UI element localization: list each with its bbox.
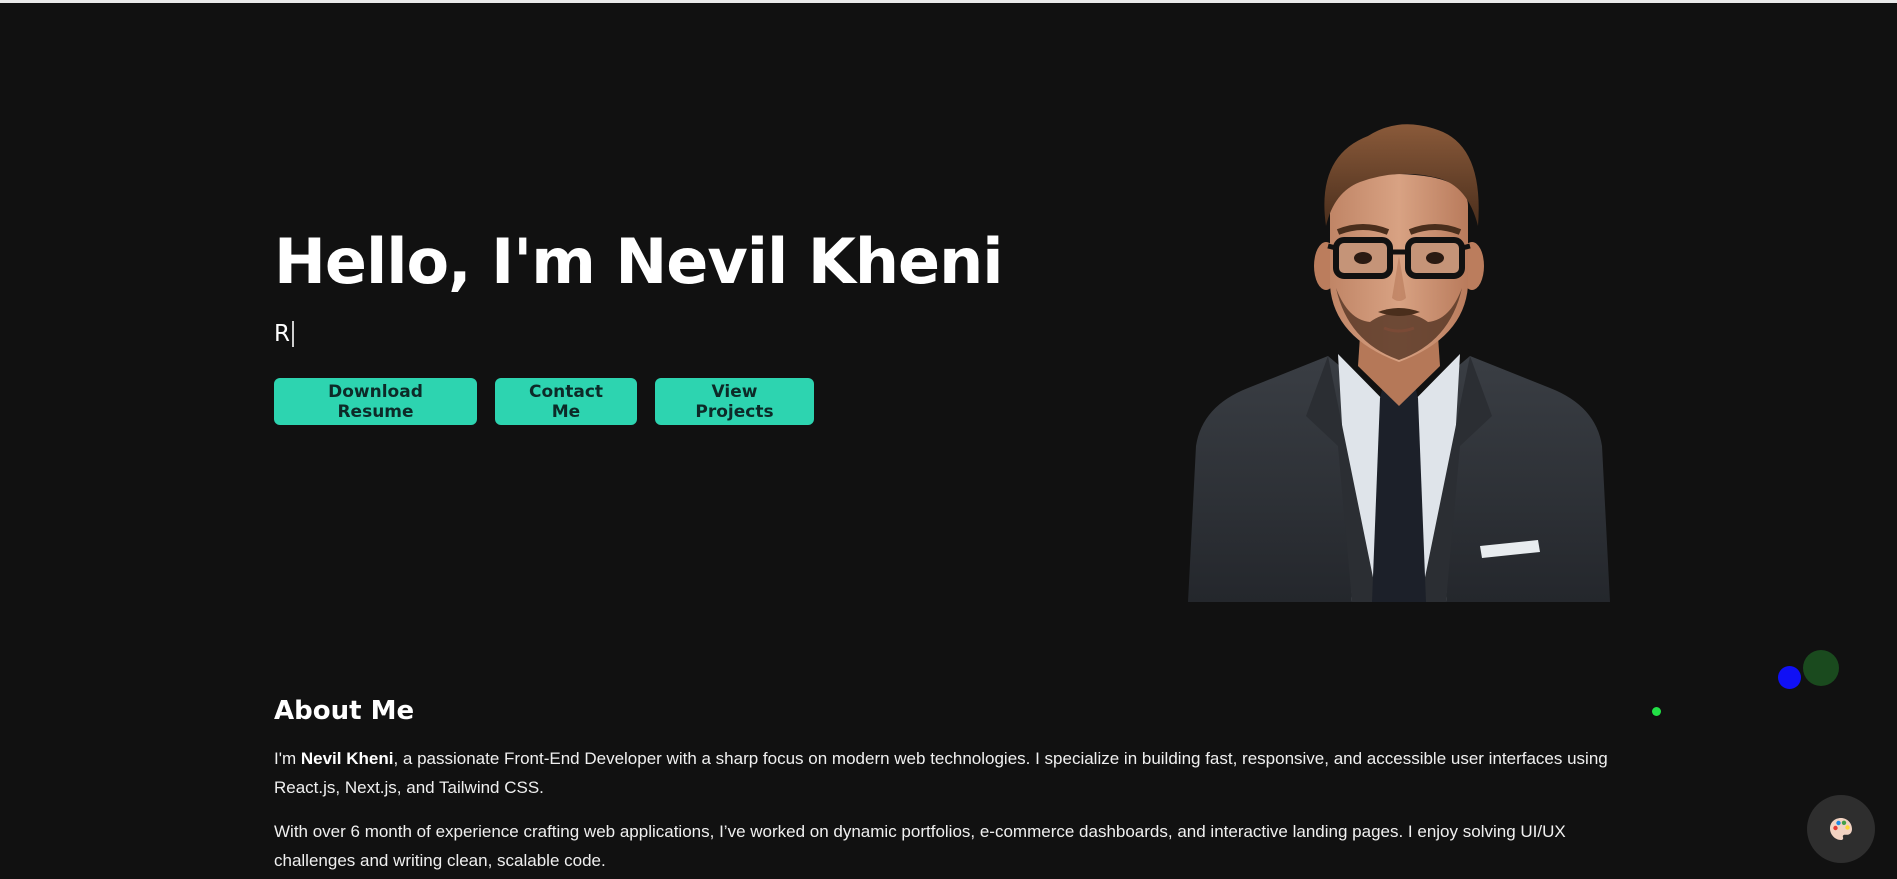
download-resume-button[interactable]: Download Resume bbox=[274, 378, 477, 425]
about-name: Nevil Kheni bbox=[300, 749, 394, 768]
profile-portrait bbox=[1188, 124, 1610, 602]
about-paragraph-2: With over 6 month of experience crafting… bbox=[274, 822, 1566, 870]
theme-toggle-button[interactable] bbox=[1807, 795, 1875, 863]
typing-caret bbox=[291, 321, 294, 347]
decorative-dot-darkgreen bbox=[1803, 650, 1839, 686]
palette-icon bbox=[1830, 818, 1852, 840]
contact-me-button[interactable]: Contact Me bbox=[495, 378, 637, 425]
hero-buttons: Download Resume Contact Me View Projects bbox=[274, 378, 1054, 425]
about-paragraph-1: I'm Nevil Kheni, a passionate Front-End … bbox=[274, 744, 1644, 802]
about-section: About Me I'm Nevil Kheni, a passionate F… bbox=[274, 693, 1644, 875]
decorative-dot-green bbox=[1652, 707, 1661, 716]
decorative-dot-blue bbox=[1778, 666, 1801, 689]
top-border bbox=[0, 0, 1897, 3]
view-projects-button[interactable]: View Projects bbox=[655, 378, 814, 425]
typed-role-text: R bbox=[274, 321, 290, 347]
about-p1-rest: , a passionate Front-End Developer with … bbox=[274, 749, 1608, 797]
hero-section: Hello, I'm Nevil Kheni R Download Resume… bbox=[274, 225, 1054, 425]
hero-title: Hello, I'm Nevil Kheni bbox=[274, 225, 1003, 298]
typed-role: R bbox=[274, 319, 1054, 349]
about-p1-prefix: I'm bbox=[274, 749, 301, 768]
about-title: About Me bbox=[274, 696, 415, 726]
